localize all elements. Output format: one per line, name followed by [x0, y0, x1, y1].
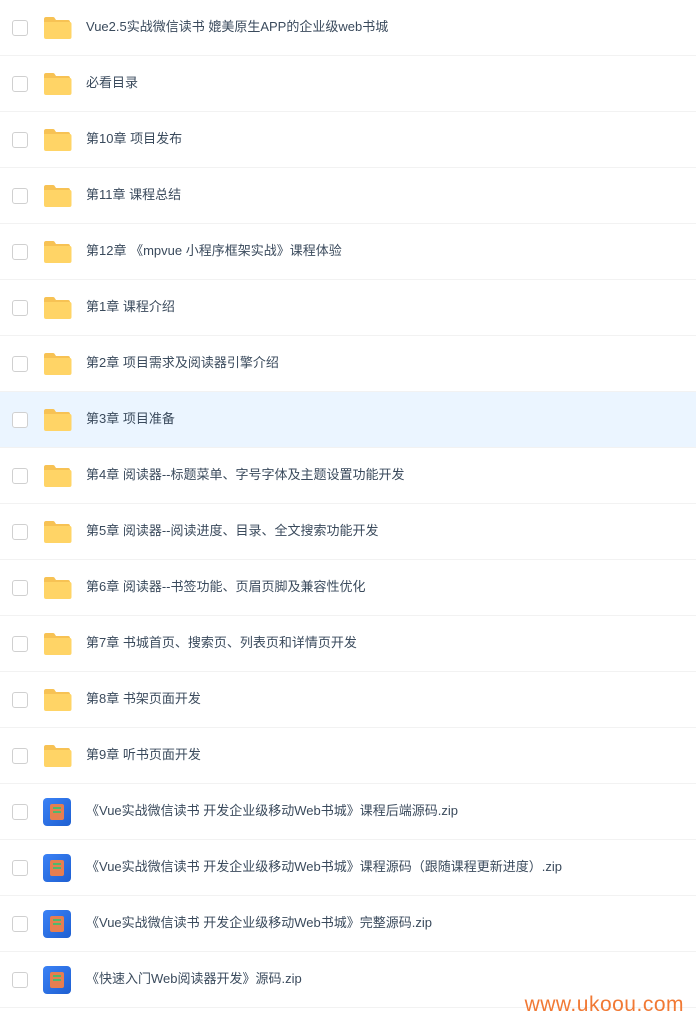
file-row[interactable]: Vue2.5实战微信读书 媲美原生APP的企业级web书城 [0, 0, 696, 56]
checkbox[interactable] [12, 412, 28, 428]
checkbox[interactable] [12, 580, 28, 596]
zip-icon [42, 853, 72, 883]
file-row[interactable]: 第1章 课程介绍 [0, 280, 696, 336]
file-name[interactable]: 第12章 《mpvue 小程序框架实战》课程体验 [86, 242, 342, 260]
zip-icon [42, 909, 72, 939]
checkbox[interactable] [12, 468, 28, 484]
checkbox[interactable] [12, 916, 28, 932]
file-row[interactable]: 第4章 阅读器--标题菜单、字号字体及主题设置功能开发 [0, 448, 696, 504]
file-row[interactable]: 第3章 项目准备 [0, 392, 696, 448]
file-list: Vue2.5实战微信读书 媲美原生APP的企业级web书城 必看目录 第10章 … [0, 0, 696, 1008]
folder-icon [42, 293, 72, 323]
zip-icon [42, 965, 72, 995]
folder-icon [42, 517, 72, 547]
file-name[interactable]: 第10章 项目发布 [86, 130, 182, 148]
checkbox[interactable] [12, 804, 28, 820]
file-row[interactable]: 第5章 阅读器--阅读进度、目录、全文搜索功能开发 [0, 504, 696, 560]
folder-icon [42, 237, 72, 267]
checkbox[interactable] [12, 132, 28, 148]
file-name[interactable]: 第1章 课程介绍 [86, 298, 175, 316]
file-row[interactable]: 第6章 阅读器--书签功能、页眉页脚及兼容性优化 [0, 560, 696, 616]
checkbox[interactable] [12, 524, 28, 540]
file-row[interactable]: 第9章 听书页面开发 [0, 728, 696, 784]
watermark: www.ukoou.com [525, 993, 684, 1017]
folder-icon [42, 685, 72, 715]
folder-icon [42, 13, 72, 43]
file-name[interactable]: 《Vue实战微信读书 开发企业级移动Web书城》课程源码（跟随课程更新进度）.z… [86, 858, 562, 876]
file-name[interactable]: 必看目录 [86, 74, 138, 92]
file-row[interactable]: 第2章 项目需求及阅读器引擎介绍 [0, 336, 696, 392]
file-row[interactable]: 必看目录 [0, 56, 696, 112]
file-name[interactable]: 第4章 阅读器--标题菜单、字号字体及主题设置功能开发 [86, 466, 405, 484]
folder-icon [42, 69, 72, 99]
checkbox[interactable] [12, 636, 28, 652]
folder-icon [42, 349, 72, 379]
checkbox[interactable] [12, 748, 28, 764]
file-name[interactable]: 第6章 阅读器--书签功能、页眉页脚及兼容性优化 [86, 578, 366, 596]
file-name[interactable]: 第3章 项目准备 [86, 410, 175, 428]
folder-icon [42, 461, 72, 491]
file-name[interactable]: 第11章 课程总结 [86, 186, 181, 204]
file-name[interactable]: 第8章 书架页面开发 [86, 690, 201, 708]
folder-icon [42, 629, 72, 659]
file-row[interactable]: 第10章 项目发布 [0, 112, 696, 168]
folder-icon [42, 741, 72, 771]
checkbox[interactable] [12, 300, 28, 316]
checkbox[interactable] [12, 20, 28, 36]
file-name[interactable]: 《快速入门Web阅读器开发》源码.zip [86, 970, 302, 988]
file-row[interactable]: 《Vue实战微信读书 开发企业级移动Web书城》课程后端源码.zip [0, 784, 696, 840]
checkbox[interactable] [12, 188, 28, 204]
checkbox[interactable] [12, 356, 28, 372]
file-name[interactable]: 第7章 书城首页、搜索页、列表页和详情页开发 [86, 634, 357, 652]
file-row[interactable]: 第12章 《mpvue 小程序框架实战》课程体验 [0, 224, 696, 280]
checkbox[interactable] [12, 860, 28, 876]
file-name[interactable]: 《Vue实战微信读书 开发企业级移动Web书城》完整源码.zip [86, 914, 432, 932]
file-name[interactable]: 第2章 项目需求及阅读器引擎介绍 [86, 354, 279, 372]
file-name[interactable]: 《Vue实战微信读书 开发企业级移动Web书城》课程后端源码.zip [86, 802, 458, 820]
folder-icon [42, 125, 72, 155]
file-row[interactable]: 《Vue实战微信读书 开发企业级移动Web书城》课程源码（跟随课程更新进度）.z… [0, 840, 696, 896]
file-row[interactable]: 第8章 书架页面开发 [0, 672, 696, 728]
file-name[interactable]: 第9章 听书页面开发 [86, 746, 201, 764]
checkbox[interactable] [12, 244, 28, 260]
folder-icon [42, 181, 72, 211]
file-name[interactable]: Vue2.5实战微信读书 媲美原生APP的企业级web书城 [86, 18, 388, 36]
zip-icon [42, 797, 72, 827]
folder-icon [42, 573, 72, 603]
checkbox[interactable] [12, 692, 28, 708]
folder-icon [42, 405, 72, 435]
checkbox[interactable] [12, 972, 28, 988]
file-row[interactable]: 《Vue实战微信读书 开发企业级移动Web书城》完整源码.zip [0, 896, 696, 952]
file-name[interactable]: 第5章 阅读器--阅读进度、目录、全文搜索功能开发 [86, 522, 379, 540]
file-row[interactable]: 第11章 课程总结 [0, 168, 696, 224]
checkbox[interactable] [12, 76, 28, 92]
file-row[interactable]: 第7章 书城首页、搜索页、列表页和详情页开发 [0, 616, 696, 672]
